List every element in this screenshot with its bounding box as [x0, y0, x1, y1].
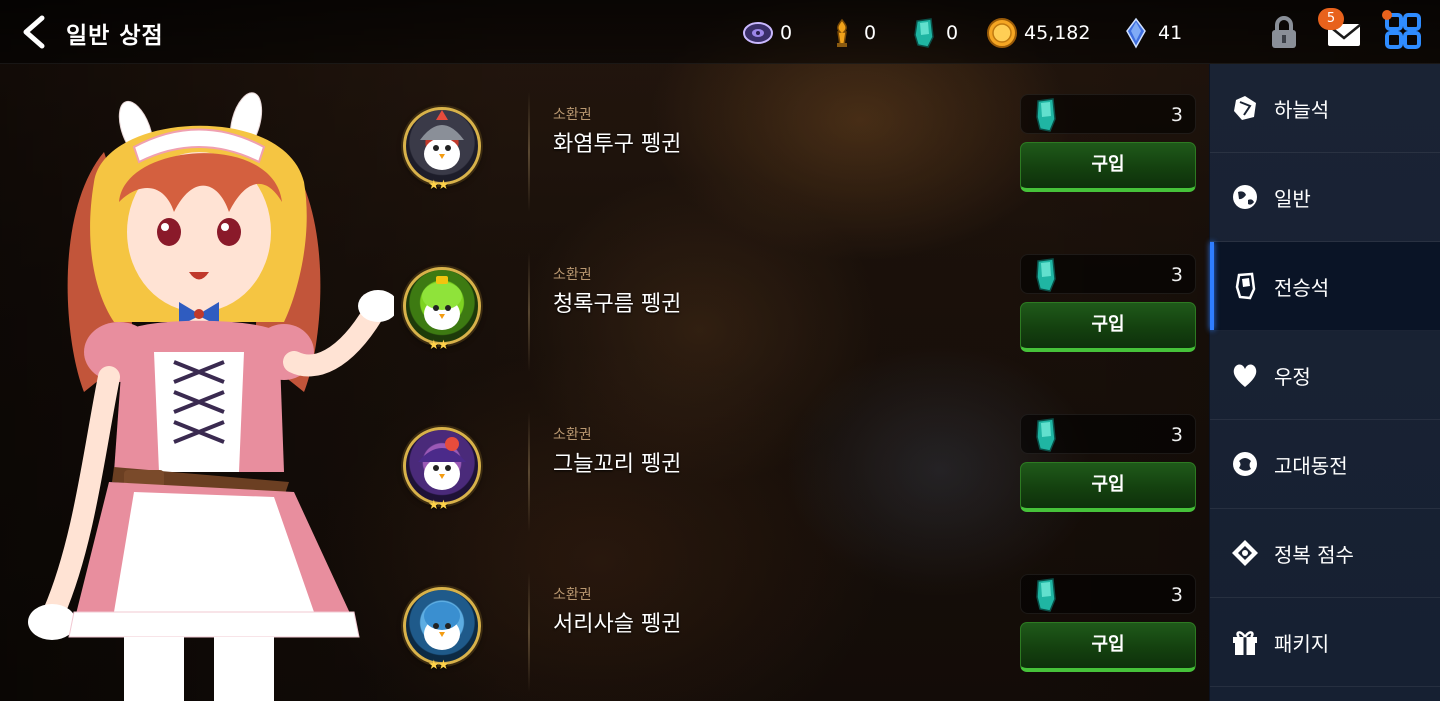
lock-icon[interactable]: [1266, 14, 1302, 50]
sidebar-item-sky-stone[interactable]: 하늘석: [1210, 64, 1440, 153]
teal-stone-icon: [1036, 418, 1056, 452]
price-amount: 3: [1170, 584, 1183, 606]
sidebar-item-label: 정복 점수: [1274, 542, 1354, 567]
sidebar-item-package[interactable]: 패키지: [1210, 598, 1440, 687]
legacy-stone-icon: [1235, 272, 1256, 300]
notification-dot: [1382, 10, 1392, 20]
shop-item: ★★ 소환권 서리사슬 펭귄 3 구입: [400, 572, 1200, 701]
globe-icon: [1233, 185, 1257, 209]
sidebar-item-ancient-coin[interactable]: 고대동전: [1210, 420, 1440, 509]
penguin-avatar: [403, 107, 481, 185]
currency-value: 0: [946, 22, 959, 44]
back-arrow-icon[interactable]: [18, 14, 54, 50]
sidebar-item-label: 전승석: [1274, 275, 1330, 300]
shop-item: ★★ 소환권 그늘꼬리 펭귄 3 구입: [400, 412, 1200, 562]
conquest-emblem-icon: [1232, 540, 1258, 566]
sidebar-item-conquest[interactable]: 정복 점수: [1210, 509, 1440, 598]
currency-torch-trophy[interactable]: 0: [826, 16, 876, 50]
currency-value: 0: [864, 22, 877, 44]
blue-crystal-icon: [1126, 17, 1146, 49]
sidebar-item-label: 하늘석: [1274, 97, 1330, 122]
shadow-tail-penguin-icon: [418, 437, 466, 490]
currency-value: 41: [1158, 22, 1183, 44]
rarity-stars: ★★: [428, 178, 449, 193]
price-box: 3: [1020, 254, 1196, 294]
item-divider: [528, 92, 530, 212]
menu-button[interactable]: [1382, 10, 1424, 52]
ancient-coin-icon: [1233, 452, 1257, 476]
penguin-avatar: [403, 587, 481, 665]
penguin-avatar: [403, 427, 481, 505]
rarity-stars: ★★: [428, 498, 449, 513]
item-divider: [528, 412, 530, 532]
teal-stone-icon: [1036, 578, 1056, 612]
mail-button[interactable]: 5: [1318, 8, 1366, 54]
currency-gold[interactable]: 45,182: [986, 16, 1090, 50]
price-box: 3: [1020, 574, 1196, 614]
price-amount: 3: [1170, 104, 1183, 126]
sidebar-item-label: 일반: [1274, 186, 1311, 211]
item-category: 소환권: [553, 107, 592, 123]
item-divider: [528, 252, 530, 372]
teal-stone-icon: [1036, 258, 1056, 292]
buy-button[interactable]: 구입: [1020, 142, 1196, 192]
currency-disc-ticket[interactable]: 0: [742, 16, 792, 50]
sky-stone-icon: [1234, 96, 1256, 120]
top-bar: 일반 상점 0 0 0 45,182 41 5: [0, 0, 1440, 64]
item-name: 청록구름 펭귄: [553, 292, 682, 317]
price-amount: 3: [1170, 424, 1183, 446]
price-box: 3: [1020, 414, 1196, 454]
item-name: 서리사슬 펭귄: [553, 612, 682, 637]
mail-count-badge: 5: [1318, 8, 1344, 30]
penguin-avatar: [403, 267, 481, 345]
item-name: 그늘꼬리 펭귄: [553, 452, 682, 477]
shop-item: ★★ 소환권 화염투구 펭귄 3 구입: [400, 92, 1200, 242]
sidebar-item-general[interactable]: 일반: [1210, 153, 1440, 242]
currency-crystal[interactable]: 41: [1120, 16, 1182, 50]
shopkeeper-character-illustration: [28, 92, 394, 701]
buy-button[interactable]: 구입: [1020, 622, 1196, 672]
currency-teal-stone[interactable]: 0: [908, 16, 958, 50]
currency-value: 45,182: [1024, 22, 1091, 44]
gold-coin-icon: [987, 18, 1017, 48]
shop-category-sidebar: 하늘석 일반 전승석 우정 고대동전 정복 점수 패키지: [1209, 64, 1440, 701]
rarity-stars: ★★: [428, 338, 449, 353]
green-cloud-penguin-icon: [422, 276, 462, 330]
price-amount: 3: [1170, 264, 1183, 286]
item-category: 소환권: [553, 587, 592, 603]
sidebar-item-label: 고대동전: [1274, 453, 1348, 478]
rarity-stars: ★★: [428, 658, 449, 673]
frost-chain-penguin-icon: [424, 602, 460, 650]
teal-stone-icon: [914, 18, 934, 48]
torch-trophy-icon: [837, 18, 847, 47]
heart-icon: [1233, 364, 1257, 387]
buy-button[interactable]: 구입: [1020, 302, 1196, 352]
item-name: 화염투구 펭귄: [553, 132, 682, 157]
sidebar-item-legacy-stone[interactable]: 전승석: [1210, 242, 1440, 331]
item-category: 소환권: [553, 267, 592, 283]
gift-icon: [1233, 631, 1257, 655]
item-category: 소환권: [553, 427, 592, 443]
sidebar-item-label: 우정: [1274, 364, 1311, 389]
disc-ticket-icon: [743, 22, 773, 44]
buy-button[interactable]: 구입: [1020, 462, 1196, 512]
top-right-icons: 5: [1250, 0, 1440, 64]
teal-stone-icon: [1036, 98, 1056, 132]
price-box: 3: [1020, 94, 1196, 134]
shop-item: ★★ 소환권 청록구름 펭귄 3 구입: [400, 252, 1200, 402]
currency-value: 0: [780, 22, 793, 44]
sidebar-item-friendship[interactable]: 우정: [1210, 331, 1440, 420]
item-divider: [528, 572, 530, 692]
page-title: 일반 상점: [66, 23, 164, 49]
fire-helmet-penguin-icon: [420, 110, 464, 170]
sidebar-item-label: 패키지: [1274, 631, 1330, 656]
